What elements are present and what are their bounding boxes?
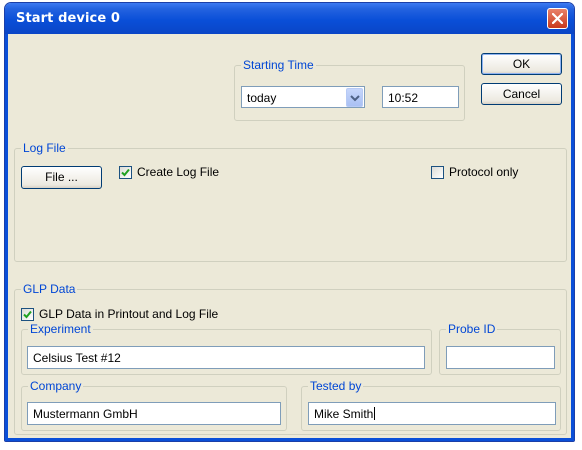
create-log-file-label[interactable]: Create Log File: [137, 165, 219, 179]
glp-data-legend: GLP Data: [21, 282, 78, 296]
company-value: Mustermann GmbH: [33, 407, 138, 421]
window-border-bottom: [5, 438, 574, 441]
starting-time-value: 10:52: [388, 91, 419, 105]
starting-time-legend: Starting Time: [241, 58, 316, 72]
experiment-input[interactable]: Celsius Test #12: [27, 346, 425, 369]
protocol-only-label[interactable]: Protocol only: [449, 165, 518, 179]
starting-day-value: today: [247, 91, 277, 105]
title-bar[interactable]: Start device 0: [5, 3, 574, 34]
tested-by-input[interactable]: Mike Smith: [308, 402, 556, 425]
company-input[interactable]: Mustermann GmbH: [27, 402, 281, 425]
text-cursor: [374, 407, 376, 420]
glp-printout-checkbox[interactable]: [21, 308, 34, 321]
protocol-only-checkbox[interactable]: [431, 166, 444, 179]
checkmark-icon: [23, 310, 32, 319]
window-title: Start device 0: [16, 11, 121, 26]
close-icon: [552, 13, 563, 24]
tested-by-legend: Tested by: [308, 379, 364, 393]
checkmark-icon: [121, 168, 130, 177]
cancel-button[interactable]: Cancel: [481, 83, 562, 105]
experiment-value: Celsius Test #12: [33, 351, 121, 365]
create-log-file-checkbox[interactable]: [119, 166, 132, 179]
company-legend: Company: [28, 379, 84, 393]
file-button[interactable]: File ...: [21, 166, 102, 189]
close-button[interactable]: [547, 8, 568, 29]
probe-id-legend: Probe ID: [446, 322, 498, 336]
tested-by-value: Mike Smith: [314, 407, 374, 421]
glp-printout-label[interactable]: GLP Data in Printout and Log File: [39, 307, 218, 321]
chevron-down-icon: [350, 95, 360, 102]
window-border-left: [5, 34, 8, 441]
ok-button[interactable]: OK: [481, 53, 562, 75]
starting-day-select[interactable]: today: [241, 86, 365, 108]
starting-time-input[interactable]: 10:52: [382, 86, 459, 108]
start-device-dialog: Start device 0 Starting Time today 10:52…: [4, 2, 575, 442]
dropdown-button[interactable]: [346, 88, 363, 107]
log-file-legend: Log File: [21, 141, 68, 155]
experiment-legend: Experiment: [28, 322, 93, 336]
probe-id-input[interactable]: [446, 346, 555, 369]
window-border-right: [571, 34, 574, 441]
